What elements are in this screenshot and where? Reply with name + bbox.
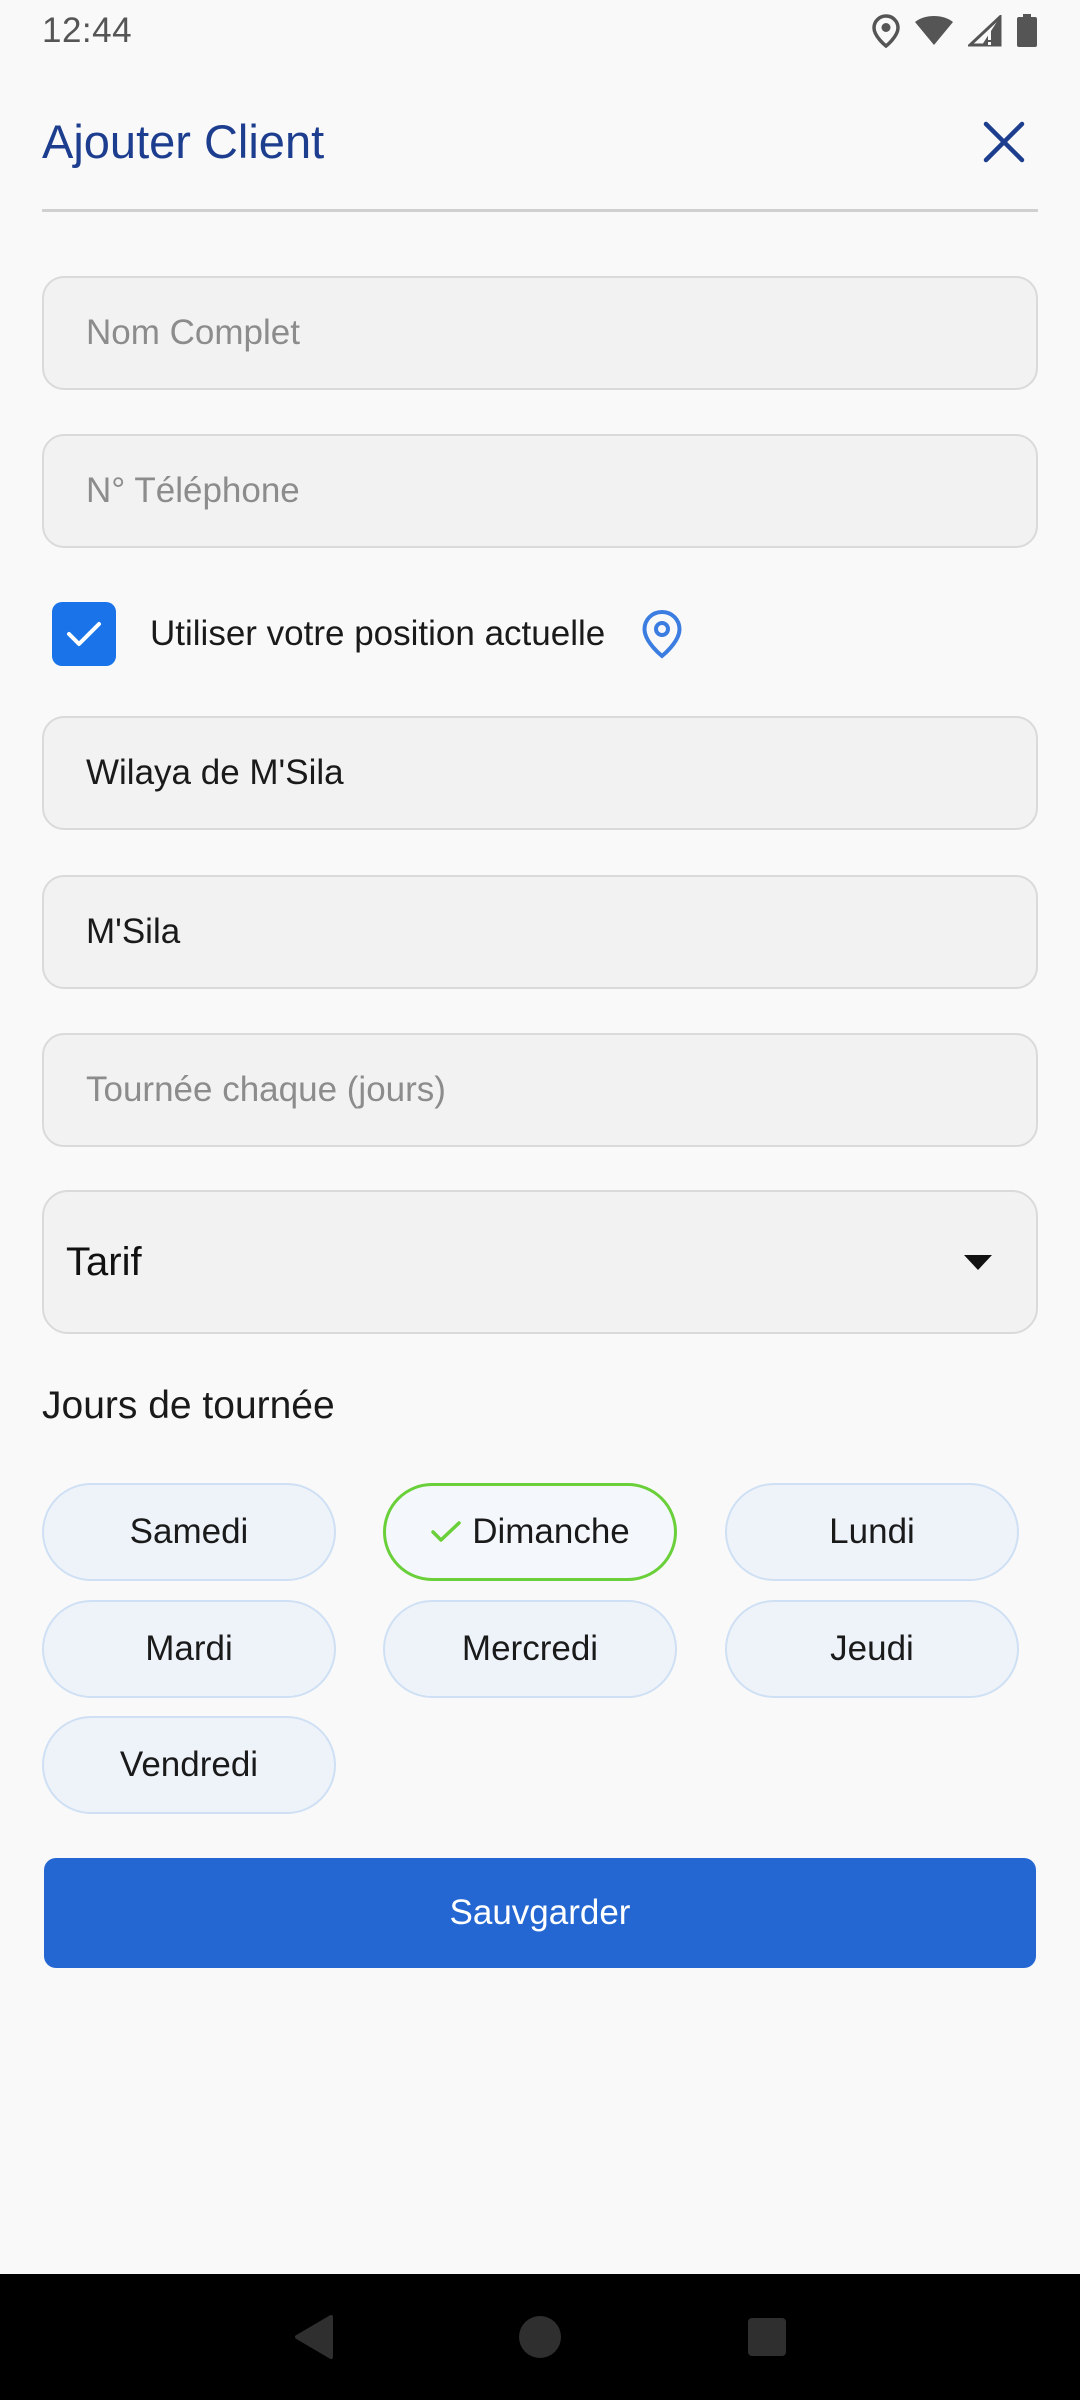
day-chip-mercredi[interactable]: Mercredi [383, 1600, 677, 1698]
wifi-icon [914, 15, 954, 47]
location-icon [872, 14, 900, 48]
day-chip-label: Samedi [129, 1512, 249, 1551]
home-circle-icon [518, 2316, 561, 2358]
home-button[interactable] [510, 2307, 570, 2367]
battery-icon [1016, 14, 1038, 48]
map-pin-icon[interactable] [641, 609, 683, 659]
page-title: Ajouter Client [42, 115, 325, 168]
day-chip-vendredi[interactable]: Vendredi [42, 1716, 336, 1814]
day-chip-jeudi[interactable]: Jeudi [725, 1600, 1019, 1698]
full-name-placeholder: Nom Complet [86, 313, 300, 352]
signal-icon [968, 15, 1002, 47]
commune-value: M'Sila [86, 912, 181, 951]
check-icon [430, 1520, 462, 1544]
phone-placeholder: N° Téléphone [86, 471, 300, 510]
tour-frequency-input[interactable]: Tournée chaque (jours) [42, 1033, 1038, 1147]
status-bar: 12:44 [0, 0, 1080, 62]
use-location-checkbox[interactable] [52, 602, 116, 666]
day-chip-label: Vendredi [119, 1745, 259, 1784]
full-name-input[interactable]: Nom Complet [42, 276, 1038, 390]
day-chip-label: Lundi [829, 1512, 915, 1551]
check-icon [67, 622, 101, 646]
save-button[interactable]: Sauvgarder [44, 1858, 1036, 1968]
status-icons [872, 14, 1038, 48]
day-chip-label: Dimanche [472, 1512, 630, 1551]
commune-input[interactable]: M'Sila [42, 875, 1038, 989]
day-chip-samedi[interactable]: Samedi [42, 1483, 336, 1581]
tour-days-title: Jours de tournée [42, 1384, 335, 1427]
dropdown-arrow-icon [964, 1254, 992, 1270]
wilaya-input[interactable]: Wilaya de M'Sila [42, 716, 1038, 830]
day-chip-label: Mercredi [461, 1629, 599, 1668]
recents-square-icon [747, 2318, 786, 2356]
dialog-header: Ajouter Client [42, 100, 1038, 212]
tarif-select[interactable]: Tarif [42, 1190, 1038, 1334]
use-location-label: Utiliser votre position actuelle [150, 614, 606, 653]
recents-button[interactable] [737, 2307, 797, 2367]
back-button[interactable] [283, 2307, 343, 2367]
back-triangle-icon [295, 2315, 334, 2359]
status-time: 12:44 [42, 11, 133, 50]
wilaya-value: Wilaya de M'Sila [86, 753, 344, 792]
day-chip-lundi[interactable]: Lundi [725, 1483, 1019, 1581]
day-chip-dimanche[interactable]: Dimanche [383, 1483, 677, 1581]
navigation-bar [0, 2274, 1080, 2400]
use-location-row: Utiliser votre position actuelle [52, 602, 683, 666]
tarif-value: Tarif [66, 1239, 142, 1284]
close-button[interactable] [974, 112, 1034, 172]
tour-frequency-placeholder: Tournée chaque (jours) [86, 1070, 446, 1109]
day-chip-label: Jeudi [830, 1629, 914, 1668]
phone-input[interactable]: N° Téléphone [42, 434, 1038, 548]
close-icon [983, 121, 1025, 162]
day-chip-mardi[interactable]: Mardi [42, 1600, 336, 1698]
day-chip-label: Mardi [145, 1629, 233, 1668]
